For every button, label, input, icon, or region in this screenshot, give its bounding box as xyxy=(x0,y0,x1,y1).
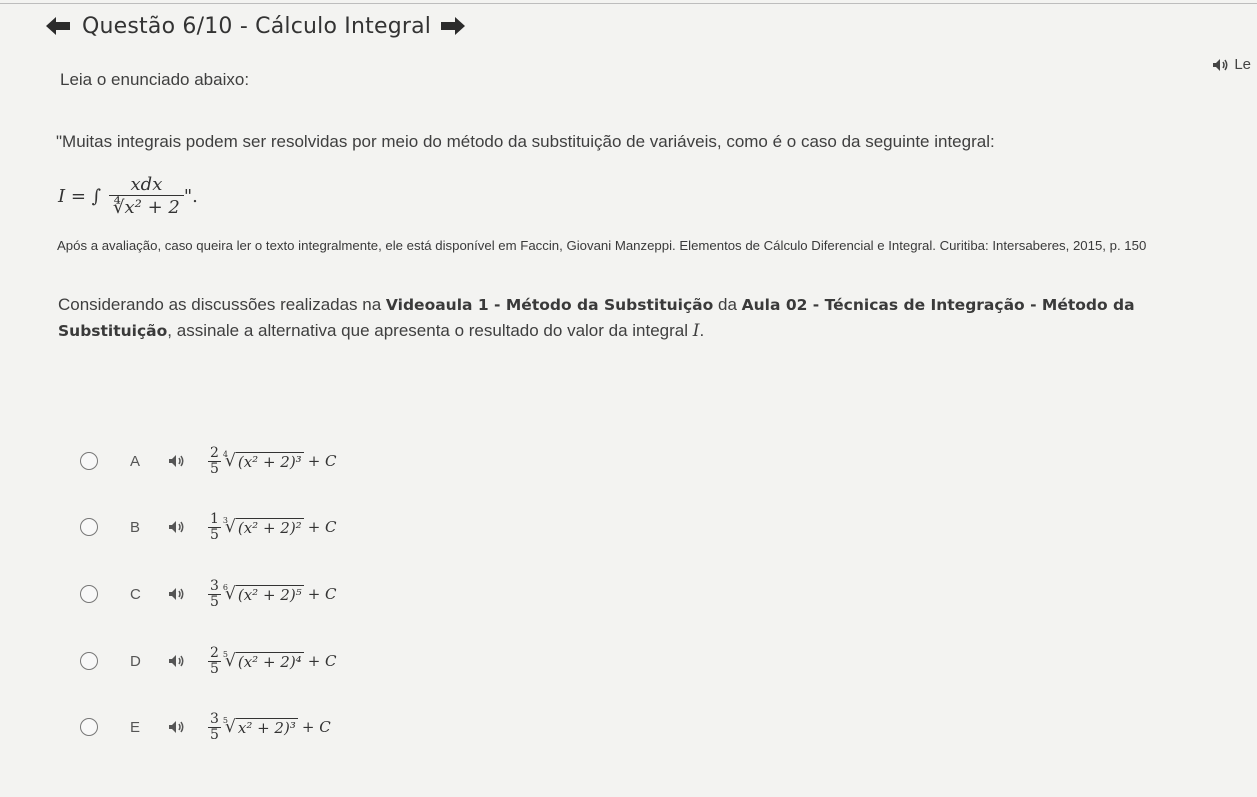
option-expression: 2 5 5 √ (x² + 2)⁴ + C xyxy=(208,644,337,677)
prompt-text-end: . xyxy=(699,321,705,340)
option-fraction: 3 5 xyxy=(208,710,221,743)
speaker-icon[interactable] xyxy=(168,654,186,668)
option-root-index: 5 xyxy=(222,649,229,659)
option-numerator: 3 xyxy=(208,577,221,595)
listen-label: Le xyxy=(1234,56,1251,73)
formula-denominator: ∜x² + 2 xyxy=(109,195,184,218)
prompt-text-2: da xyxy=(713,295,742,314)
option-fraction: 1 5 xyxy=(208,510,221,543)
speaker-icon[interactable] xyxy=(168,587,186,601)
top-divider xyxy=(0,3,1257,4)
option-fraction: 3 5 xyxy=(208,577,221,610)
option-denominator: 5 xyxy=(210,593,219,610)
option-expression: 3 5 5 √ x² + 2)³ + C xyxy=(208,710,331,743)
option-root-index: 5 xyxy=(222,715,229,725)
radio-button[interactable] xyxy=(80,518,98,536)
option-numerator: 2 xyxy=(208,644,221,662)
formula-radicand: x² + 2 xyxy=(124,197,180,218)
option-expression: 2 5 4 √ (x² + 2)³ + C xyxy=(208,444,337,477)
page-title: Questão 6/10 - Cálculo Integral xyxy=(82,13,432,39)
option-letter: C xyxy=(130,585,141,603)
prompt-text-3: , assinale a alternativa que apresenta o… xyxy=(167,321,693,340)
option-expression: 1 5 3 √ (x² + 2)² + C xyxy=(208,510,337,543)
option-letter: E xyxy=(130,718,141,736)
option-root-index: 4 xyxy=(222,449,229,459)
radio-button[interactable] xyxy=(80,718,98,736)
option-fraction: 2 5 xyxy=(208,444,221,477)
option-numerator: 3 xyxy=(208,710,221,728)
answer-option-c[interactable]: C 3 5 6 √ (x² + 2)⁵ + C xyxy=(80,574,337,614)
option-radicand: (x² + 2)² xyxy=(235,517,304,537)
option-numerator: 2 xyxy=(208,444,221,462)
speaker-icon[interactable] xyxy=(168,520,186,534)
formula-close: ". xyxy=(183,185,198,207)
option-letter: B xyxy=(130,518,141,536)
answer-option-d[interactable]: D 2 5 5 √ (x² + 2)⁴ + C xyxy=(80,641,337,681)
option-constant: + C xyxy=(301,718,331,736)
speaker-icon[interactable] xyxy=(168,720,186,734)
answer-option-b[interactable]: B 1 5 3 √ (x² + 2)² + C xyxy=(80,507,337,547)
option-constant: + C xyxy=(307,518,337,536)
formula-fraction: xdx ∜x² + 2 xyxy=(109,174,184,218)
listen-button[interactable]: Le xyxy=(1212,56,1251,73)
option-letter: A xyxy=(130,452,141,470)
radio-button[interactable] xyxy=(80,585,98,603)
radio-button[interactable] xyxy=(80,452,98,470)
option-expression: 3 5 6 √ (x² + 2)⁵ + C xyxy=(208,577,337,610)
option-denominator: 5 xyxy=(210,460,219,477)
intro-text: Leia o enunciado abaixo: xyxy=(60,70,250,89)
option-radicand: x² + 2)³ xyxy=(235,717,298,737)
speaker-icon[interactable] xyxy=(168,454,186,468)
option-root-index: 3 xyxy=(222,515,229,525)
question-header: Questão 6/10 - Cálculo Integral xyxy=(44,8,467,44)
option-radicand: (x² + 2)³ xyxy=(235,451,304,471)
formula-numerator: xdx xyxy=(130,174,163,195)
question-prompt: Considerando as discussões realizadas na… xyxy=(58,292,1178,344)
speaker-icon xyxy=(1213,58,1228,71)
prompt-bold-videoaula: Videoaula 1 - Método da Substituição xyxy=(385,296,714,314)
option-numerator: 1 xyxy=(208,510,221,528)
option-constant: + C xyxy=(307,652,337,670)
option-radicand: (x² + 2)⁴ xyxy=(235,651,304,671)
option-denominator: 5 xyxy=(210,726,219,743)
answer-option-e[interactable]: E 3 5 5 √ x² + 2)³ + C xyxy=(80,707,331,747)
arrow-left-icon[interactable] xyxy=(44,14,72,38)
formula-lhs: I = ∫ xyxy=(58,185,102,207)
source-citation: Após a avaliação, caso queira ler o text… xyxy=(57,238,1147,253)
option-root-index: 6 xyxy=(222,582,229,592)
arrow-right-icon[interactable] xyxy=(439,14,467,38)
answer-option-a[interactable]: A 2 5 4 √ (x² + 2)³ + C xyxy=(80,441,337,481)
integral-formula: I = ∫ xdx ∜x² + 2 ". xyxy=(58,174,198,218)
quote-text: "Muitas integrais podem ser resolvidas p… xyxy=(56,132,995,151)
option-radicand: (x² + 2)⁵ xyxy=(235,584,304,604)
option-fraction: 2 5 xyxy=(208,644,221,677)
option-constant: + C xyxy=(307,585,337,603)
prompt-text-1: Considerando as discussões realizadas na xyxy=(58,295,386,314)
option-denominator: 5 xyxy=(210,526,219,543)
formula-root-sign: ∜ xyxy=(113,197,125,218)
option-constant: + C xyxy=(307,452,337,470)
option-denominator: 5 xyxy=(210,660,219,677)
radio-button[interactable] xyxy=(80,652,98,670)
option-letter: D xyxy=(130,652,141,670)
